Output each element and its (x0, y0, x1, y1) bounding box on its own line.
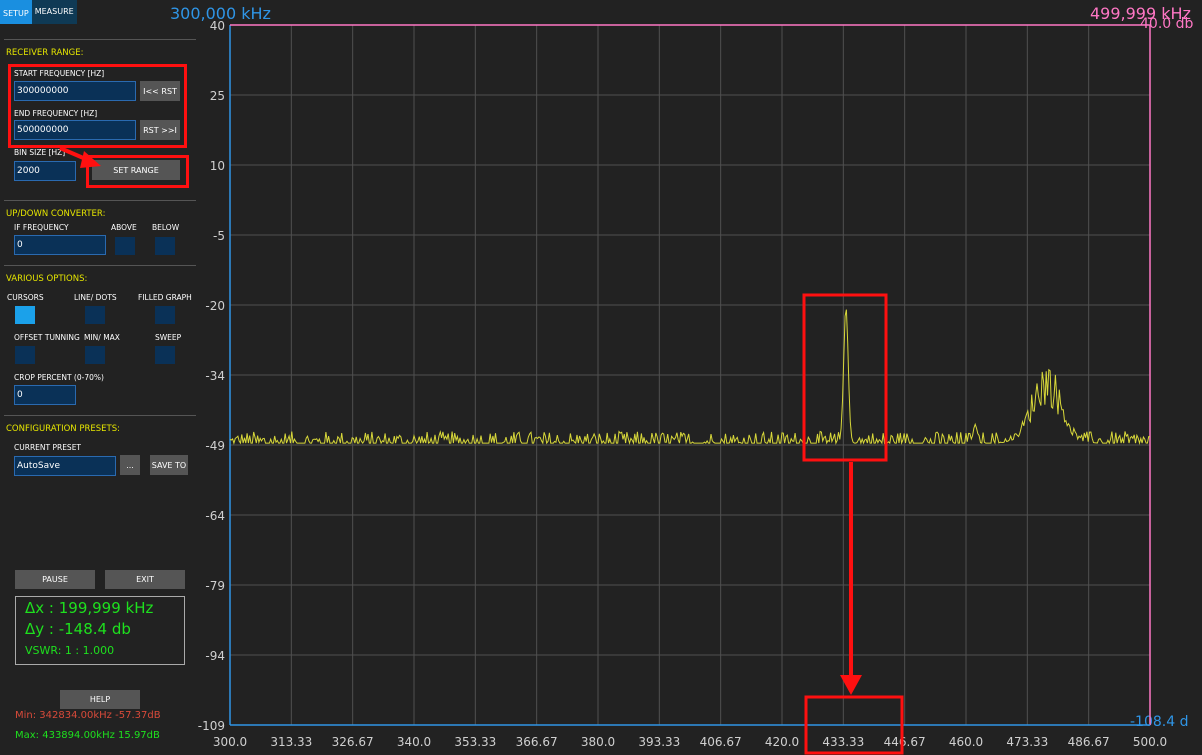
divider (4, 265, 196, 266)
cursors-toggle[interactable] (15, 306, 35, 324)
set-range-button[interactable]: SET RANGE (92, 160, 180, 180)
x-tick-label: 486.67 (1068, 735, 1110, 749)
x-tick-label: 500.0 (1133, 735, 1167, 749)
current-preset-label: CURRENT PRESET (14, 443, 82, 452)
options-title: VARIOUS OPTIONS: (6, 274, 88, 284)
y-axis-labels: 402510-5-20-34-49-64-79-94-109 (198, 19, 225, 733)
start-frequency-label: START FREQUENCY [HZ] (14, 69, 105, 78)
save-to-button[interactable]: SAVE TO (150, 455, 188, 475)
cursors-label: CURSORS (7, 293, 44, 302)
current-preset-input[interactable] (14, 456, 116, 476)
y-tick-label: -94 (205, 649, 225, 663)
arrow-down-head (840, 675, 862, 695)
receiver-range-title: RECEIVER RANGE: (6, 48, 84, 58)
tab-bar: SETUP MEASURE (0, 0, 77, 24)
above-toggle[interactable] (115, 237, 135, 255)
x-tick-label: 473.33 (1006, 735, 1048, 749)
y-tick-label: -49 (205, 439, 225, 453)
x-tick-label: 420.0 (765, 735, 799, 749)
min-max-label: MIN/ MAX (84, 333, 120, 342)
x-tick-label: 326.67 (332, 735, 374, 749)
vswr-readout: VSWR: 1 : 1.000 (25, 644, 115, 657)
spectrum-trace (229, 309, 1150, 446)
filled-graph-label: FILLED GRAPH (138, 293, 192, 302)
help-button[interactable]: HELP (60, 690, 140, 709)
min-max-toggle[interactable] (85, 346, 105, 364)
tab-measure[interactable]: MEASURE (31, 0, 77, 24)
line-dots-label: LINE/ DOTS (74, 293, 117, 302)
divider (4, 415, 196, 416)
delta-x-readout: Δx : 199,999 kHz (25, 599, 154, 617)
y-tick-label: -79 (205, 579, 225, 593)
if-frequency-input[interactable] (14, 235, 106, 255)
presets-title: CONFIGURATION PRESETS: (6, 424, 120, 434)
x-tick-label: 406.67 (700, 735, 742, 749)
delta-y-readout: Δy : -148.4 db (25, 620, 131, 638)
x-tick-label: 433.33 (822, 735, 864, 749)
below-label: BELOW (152, 223, 180, 232)
above-label: ABOVE (111, 223, 137, 232)
y-tick-label: 25 (210, 89, 225, 103)
sweep-label: SWEEP (155, 333, 182, 342)
bin-size-input[interactable] (14, 161, 76, 181)
max-readout: Max: 433894.00kHz 15.97dB (15, 730, 160, 741)
offset-tuning-label: OFFSET TUNNING (14, 333, 80, 342)
y-tick-label: -64 (205, 509, 225, 523)
x-tick-label: 313.33 (270, 735, 312, 749)
divider (4, 39, 196, 40)
end-frequency-label: END FREQUENCY [HZ] (14, 109, 98, 118)
x-tick-label: 446.67 (884, 735, 926, 749)
highlight-x-tick-box (804, 695, 904, 755)
y-tick-label: -20 (205, 299, 225, 313)
crop-percent-label: CROP PERCENT (0-70%) (14, 373, 104, 382)
start-frequency-input[interactable] (14, 81, 136, 101)
left-cursor-frequency: 300,000 kHz (170, 4, 271, 23)
min-readout: Min: 342834.00kHz -57.37dB (15, 710, 161, 721)
x-tick-label: 340.0 (397, 735, 431, 749)
y-tick-label: -34 (205, 369, 225, 383)
highlight-peak-box (802, 293, 888, 462)
reset-start-button[interactable]: I<< RST (140, 81, 180, 101)
browse-preset-button[interactable]: ... (120, 455, 140, 475)
y-tick-label: 10 (210, 159, 225, 173)
x-tick-label: 300.0 (213, 735, 247, 749)
pause-button[interactable]: PAUSE (15, 570, 95, 589)
x-tick-label: 366.67 (516, 735, 558, 749)
x-tick-label: 380.0 (581, 735, 615, 749)
tab-setup[interactable]: SETUP (0, 0, 32, 24)
offset-tuning-toggle[interactable] (15, 346, 35, 364)
crop-percent-input[interactable] (14, 385, 76, 405)
x-tick-label: 460.0 (949, 735, 983, 749)
y-tick-label: -5 (213, 229, 225, 243)
sweep-toggle[interactable] (155, 346, 175, 364)
x-tick-label: 353.33 (454, 735, 496, 749)
if-frequency-label: IF FREQUENCY (14, 223, 69, 232)
reset-end-button[interactable]: RST >>I (140, 120, 180, 140)
x-tick-label: 393.33 (638, 735, 680, 749)
x-axis-labels: 300.0 313.33 326.67 340.0 353.33 366.67 380.0 3… (213, 735, 1167, 749)
converter-title: UP/DOWN CONVERTER: (6, 209, 106, 219)
line-dots-toggle[interactable] (85, 306, 105, 324)
bottom-cursor-level: -108.4 d (1130, 714, 1189, 730)
top-cursor-level: 40.0 db (1140, 16, 1194, 32)
plot-grid (229, 24, 1151, 726)
bin-size-label: BIN SIZE [HZ] (14, 148, 66, 157)
exit-button[interactable]: EXIT (105, 570, 185, 589)
end-frequency-input[interactable] (14, 120, 136, 140)
divider (4, 200, 196, 201)
cursor-delta-box: Δx : 199,999 kHz Δy : -148.4 db VSWR: 1 … (15, 596, 185, 665)
filled-graph-toggle[interactable] (155, 306, 175, 324)
y-tick-label: -109 (198, 719, 225, 733)
below-toggle[interactable] (155, 237, 175, 255)
